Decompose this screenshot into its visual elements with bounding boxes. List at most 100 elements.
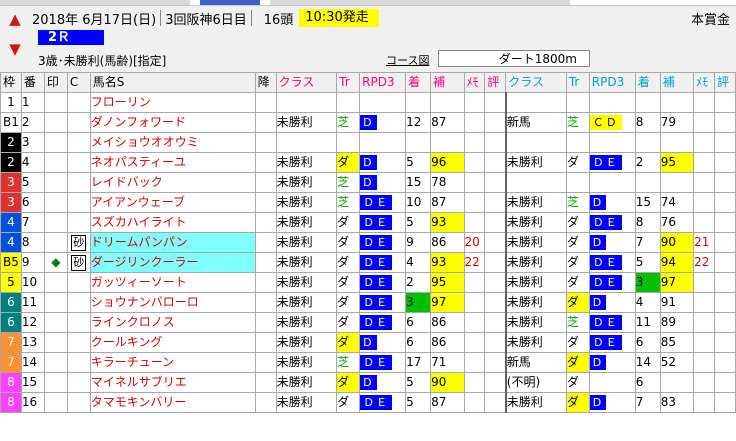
col-memo1[interactable]: ﾒﾓ [463, 72, 486, 93]
rating-cell[interactable] [484, 292, 507, 313]
memo-cell[interactable] [463, 292, 486, 313]
rating-cell[interactable] [484, 312, 507, 333]
c-cell[interactable] [66, 112, 91, 133]
table-row[interactable]: 3 6 アイアンウェーブ 未勝利芝 ＤＥ 10 87 未勝利芝 D 15 74 [0, 192, 736, 213]
arrow-up-icon[interactable]: ▲ [7, 8, 23, 30]
col-ho1[interactable]: 補 [430, 72, 465, 93]
mark-cell[interactable] [43, 132, 68, 153]
horse-name[interactable]: キラーチューン [89, 352, 256, 373]
rating-cell[interactable] [484, 112, 507, 133]
rating-cell[interactable] [484, 372, 507, 393]
c-cell[interactable] [66, 332, 91, 353]
col-rd2[interactable]: RPD3 [588, 72, 636, 93]
rating-cell[interactable] [714, 152, 736, 173]
rating-cell[interactable] [484, 92, 507, 113]
mark-cell[interactable]: ◆ [43, 252, 68, 273]
mark-cell[interactable] [43, 212, 68, 233]
c-cell[interactable] [66, 192, 91, 213]
col-rd1[interactable]: RPD3 [359, 72, 407, 93]
rating-cell[interactable] [484, 272, 507, 293]
memo-cell[interactable] [463, 272, 486, 293]
horse-name[interactable]: ダージリンクーラー [89, 252, 256, 273]
memo-cell[interactable] [693, 132, 716, 153]
c-cell[interactable] [66, 312, 91, 333]
horse-name[interactable]: ドリームパンパン [89, 232, 256, 253]
memo-cell[interactable] [693, 112, 716, 133]
rating-cell[interactable] [484, 152, 507, 173]
mark-cell[interactable] [43, 92, 68, 113]
mark-cell[interactable] [43, 192, 68, 213]
memo-cell[interactable]: 22 [693, 252, 716, 273]
col-hyo2[interactable]: 評 [714, 72, 736, 93]
memo-cell[interactable] [693, 292, 716, 313]
rating-cell[interactable] [484, 332, 507, 353]
memo-cell[interactable] [693, 172, 716, 193]
col-name[interactable]: 馬名S [89, 72, 256, 93]
horse-name[interactable]: タマモキンバリー [89, 392, 256, 413]
col-mark[interactable]: 印 [43, 72, 68, 93]
rating-cell[interactable] [484, 132, 507, 153]
rating-cell[interactable] [484, 212, 507, 233]
horse-name[interactable]: ガッツィーソート [89, 272, 256, 293]
rating-cell[interactable] [714, 112, 736, 133]
horse-name[interactable]: スズカハイライト [89, 212, 256, 233]
memo-cell[interactable] [463, 152, 486, 173]
memo-cell[interactable] [463, 352, 486, 373]
memo-cell[interactable] [463, 132, 486, 153]
c-cell[interactable] [66, 352, 91, 373]
table-row[interactable]: 7 13 クールキング 未勝利ダ D 6 86 未勝利ダ ＤＥ 6 85 [0, 332, 736, 353]
table-row[interactable]: 2 3 メイショウオオウミ [0, 132, 736, 153]
col-chaku2[interactable]: 着 [634, 72, 661, 93]
mark-cell[interactable] [43, 232, 68, 253]
col-waku[interactable]: 枠 [0, 72, 22, 93]
memo-cell[interactable] [463, 192, 486, 213]
memo-cell[interactable] [693, 332, 716, 353]
memo-cell[interactable]: 22 [463, 252, 486, 273]
memo-cell[interactable] [693, 272, 716, 293]
col-class2[interactable]: クラス [505, 72, 567, 93]
c-cell[interactable]: 砂 [66, 232, 91, 253]
horse-name[interactable]: メイショウオオウミ [89, 132, 256, 153]
c-cell[interactable] [66, 292, 91, 313]
table-row[interactable]: 5 10 ガッツィーソート 未勝利ダ ＤＥ 2 95 未勝利ダ ＤＥ 3 97 [0, 272, 736, 293]
arrow-down-icon[interactable]: ▼ [7, 38, 23, 60]
col-ban[interactable]: 番 [20, 72, 45, 93]
horse-name[interactable]: フローリン [89, 92, 256, 113]
memo-cell[interactable] [693, 392, 716, 413]
toolbar-segment-active[interactable] [200, 0, 260, 5]
memo-cell[interactable] [693, 192, 716, 213]
horse-name[interactable]: ラインクロノス [89, 312, 256, 333]
col-memo2[interactable]: ﾒﾓ [693, 72, 716, 93]
c-cell[interactable] [66, 132, 91, 153]
rating-cell[interactable] [714, 292, 736, 313]
mark-cell[interactable] [43, 292, 68, 313]
rating-cell[interactable] [484, 172, 507, 193]
c-cell[interactable] [66, 392, 91, 413]
table-row[interactable]: 6 12 ラインクロノス 未勝利ダ ＤＥ 6 86 未勝利芝 ＤＥ 11 89 [0, 312, 736, 333]
table-row[interactable]: 8 15 マイネルサブリエ 未勝利ダ D 5 90 (不明) ダ 6 [0, 372, 736, 393]
col-c[interactable]: C [66, 72, 91, 93]
rating-cell[interactable] [714, 252, 736, 273]
rating-cell[interactable] [484, 192, 507, 213]
c-cell[interactable] [66, 272, 91, 293]
c-cell[interactable]: 砂 [66, 252, 91, 273]
memo-cell[interactable] [693, 352, 716, 373]
rating-cell[interactable] [714, 272, 736, 293]
memo-cell[interactable]: 21 [693, 232, 716, 253]
c-cell[interactable] [66, 372, 91, 393]
horse-name[interactable]: レイドバック [89, 172, 256, 193]
memo-cell[interactable] [463, 172, 486, 193]
horse-name[interactable]: ショウナンバローロ [89, 292, 256, 313]
memo-cell[interactable] [463, 212, 486, 233]
col-ho2[interactable]: 補 [659, 72, 695, 93]
col-tr1[interactable]: Tr [336, 72, 361, 93]
table-row[interactable]: 2 4 ネオパスティーユ 未勝利ダ D 5 96 未勝利ダ ＤＥ 2 95 [0, 152, 736, 173]
col-hyo1[interactable]: 評 [484, 72, 507, 93]
c-cell[interactable] [66, 212, 91, 233]
rating-cell[interactable] [714, 332, 736, 353]
memo-cell[interactable] [693, 212, 716, 233]
rating-cell[interactable] [484, 232, 507, 253]
course-map-link[interactable]: コース図 [386, 52, 429, 68]
horse-name[interactable]: ダノンフォワード [89, 112, 256, 133]
table-row[interactable]: B1 2 ダノンフォワード 未勝利芝 D 12 87 新馬芝 ＣＤ 8 79 [0, 112, 736, 133]
